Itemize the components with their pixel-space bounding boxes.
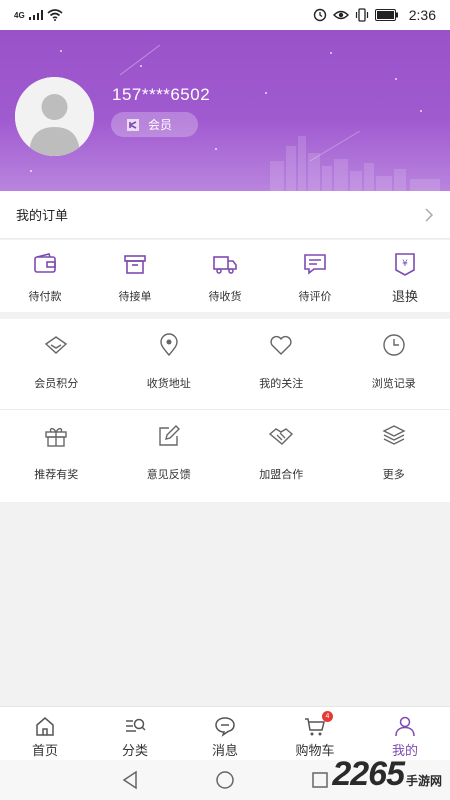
back-icon[interactable]: [120, 770, 140, 790]
eye-icon: [332, 10, 349, 20]
my-follows[interactable]: 我的关注: [225, 319, 338, 409]
order-item-label: 退换: [391, 289, 418, 304]
truck-icon: [213, 256, 237, 274]
signal-icon: [28, 10, 43, 20]
member-label: 会员: [148, 118, 173, 132]
service-label: 收货地址: [146, 378, 191, 390]
shipping-address[interactable]: 收货地址: [113, 319, 226, 409]
tab-messages[interactable]: 消息: [180, 707, 270, 760]
clock-icon: [383, 334, 405, 356]
profile-header: 157****6502 会员: [0, 30, 450, 191]
order-refund[interactable]: ¥ 退换: [360, 240, 450, 312]
watermark-number: 2265: [332, 755, 405, 793]
vip-icon: [127, 118, 139, 131]
svg-text:¥: ¥: [402, 259, 408, 269]
more-services[interactable]: 更多: [338, 410, 450, 501]
member-points[interactable]: 会员积分: [0, 319, 113, 409]
tab-mine[interactable]: 我的: [360, 707, 450, 760]
tab-label: 首页: [31, 743, 58, 758]
category-icon: [126, 718, 146, 732]
order-status-row: 待付款 待接单 待收货 待评价 ¥ 退换: [0, 240, 450, 312]
refund-icon: ¥: [395, 253, 415, 276]
service-label: 意见反馈: [146, 469, 191, 481]
network-type: 4G: [14, 10, 25, 20]
service-label: 我的关注: [259, 378, 304, 390]
avatar[interactable]: [15, 77, 94, 156]
home-icon: [36, 717, 54, 736]
system-nav-bar: 2265 手游网: [0, 755, 450, 800]
user-phone: 157****6502: [112, 85, 211, 104]
gift-icon: [45, 427, 67, 447]
recents-icon[interactable]: [310, 770, 330, 790]
home-circle-icon[interactable]: [215, 770, 235, 790]
order-pending-receipt[interactable]: 待收货: [180, 240, 270, 312]
order-item-label: 待接单: [118, 291, 152, 303]
city-skyline-decoration: [270, 131, 440, 191]
member-badge[interactable]: 会员: [111, 112, 198, 137]
tab-label: 消息: [211, 743, 238, 758]
wifi-icon: [47, 9, 63, 21]
clock-time: 2:36: [408, 7, 436, 23]
service-label: 更多: [382, 469, 405, 481]
tab-home[interactable]: 首页: [0, 707, 90, 760]
vibrate-icon: [355, 8, 368, 22]
bottom-tab-bar: 首页 分类 消息 4 购物车 我的: [0, 706, 450, 760]
default-avatar-icon: [15, 77, 94, 156]
tab-category[interactable]: 分类: [90, 707, 180, 760]
tab-label: 分类: [121, 743, 148, 758]
heart-icon: [270, 335, 292, 355]
message-icon: [215, 717, 235, 737]
service-label: 浏览记录: [371, 378, 416, 390]
diamond-icon: [45, 336, 68, 354]
service-label: 推荐有奖: [34, 469, 79, 481]
location-icon: [160, 333, 178, 357]
edit-icon: [159, 425, 180, 446]
order-item-label: 待付款: [28, 291, 62, 303]
referral-reward[interactable]: 推荐有奖: [0, 410, 113, 501]
feedback[interactable]: 意见反馈: [113, 410, 226, 501]
battery-icon: [374, 9, 398, 21]
alarm-icon: [313, 8, 326, 22]
tab-label: 购物车: [295, 743, 335, 758]
tab-cart[interactable]: 4 购物车: [270, 707, 360, 760]
my-orders-row[interactable]: 我的订单: [0, 191, 450, 239]
shooting-star-decoration: [120, 45, 160, 75]
chevron-right-icon: [425, 207, 434, 222]
watermark: 2265 手游网: [332, 755, 442, 794]
browse-history[interactable]: 浏览记录: [338, 319, 450, 409]
my-orders-title: 我的订单: [16, 208, 69, 223]
franchise-cooperation[interactable]: 加盟合作: [225, 410, 338, 501]
comment-icon: [304, 254, 326, 275]
order-item-label: 待收货: [208, 291, 242, 303]
order-item-label: 待评价: [298, 291, 332, 303]
layers-icon: [382, 425, 406, 445]
status-bar: 4G 2:36: [0, 0, 450, 30]
service-label: 加盟合作: [259, 469, 304, 481]
services-grid: 会员积分 收货地址 我的关注 浏览记录 推荐有奖 意见反馈 加盟合作 更多: [0, 319, 450, 502]
box-icon: [124, 255, 146, 274]
order-pending-accept[interactable]: 待接单: [90, 240, 180, 312]
handshake-icon: [269, 428, 294, 445]
order-pending-review[interactable]: 待评价: [270, 240, 360, 312]
wallet-icon: [34, 253, 56, 273]
order-pending-payment[interactable]: 待付款: [0, 240, 90, 312]
service-label: 会员积分: [34, 378, 79, 390]
watermark-text: 手游网: [405, 774, 442, 788]
cart-count-badge: 4: [322, 711, 333, 722]
user-icon: [395, 716, 415, 737]
